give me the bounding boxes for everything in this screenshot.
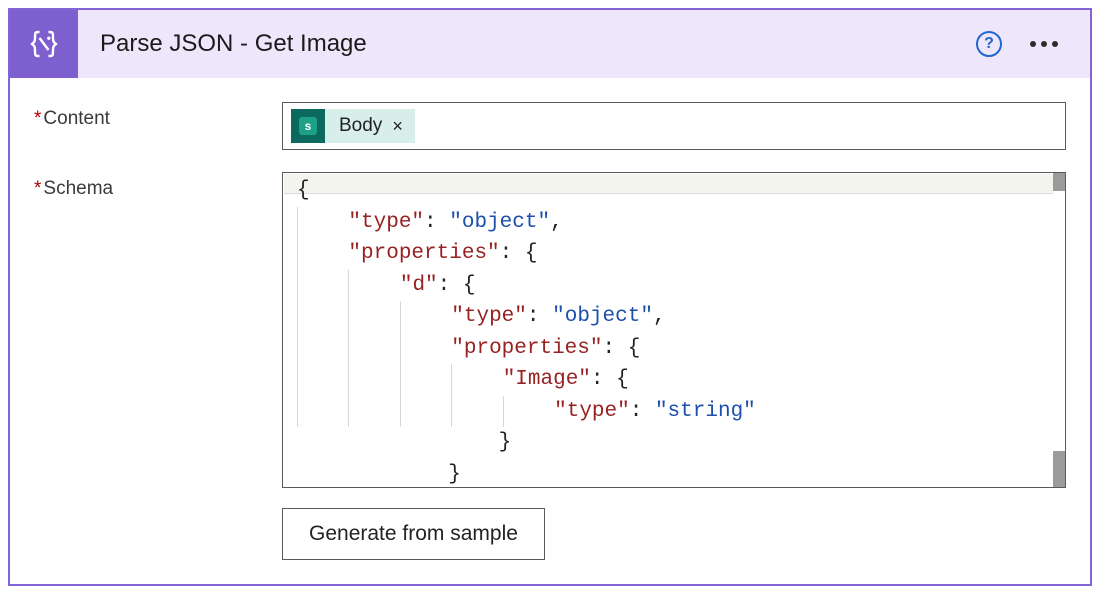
token-label: Body [339,115,382,137]
sharepoint-icon: s [291,109,325,143]
field-schema: *Schema { "type": "object", "properties"… [34,172,1066,560]
scroll-thumb[interactable] [1053,451,1065,487]
schema-code[interactable]: { "type": "object", "properties": { "d":… [283,173,1065,487]
token-remove-icon[interactable]: × [392,116,403,137]
generate-from-sample-button[interactable]: Generate from sample [282,508,545,560]
card-title: Parse JSON - Get Image [100,30,976,58]
content-input[interactable]: s Body × [282,102,1066,150]
help-icon[interactable]: ? [976,31,1002,57]
scroll-thumb[interactable] [1053,173,1065,191]
content-label: *Content [34,102,282,130]
action-card: Parse JSON - Get Image ? *Content s Body [8,8,1092,586]
parse-json-icon [10,10,78,78]
card-body: *Content s Body × *Schema [10,78,1090,584]
scrollbar[interactable] [1053,173,1065,487]
card-header[interactable]: Parse JSON - Get Image ? [10,10,1090,78]
schema-label: *Schema [34,172,282,200]
field-content: *Content s Body × [34,102,1066,150]
more-options-icon[interactable] [1028,35,1060,53]
dynamic-content-token[interactable]: Body × [325,109,415,143]
schema-editor[interactable]: { "type": "object", "properties": { "d":… [282,172,1066,488]
